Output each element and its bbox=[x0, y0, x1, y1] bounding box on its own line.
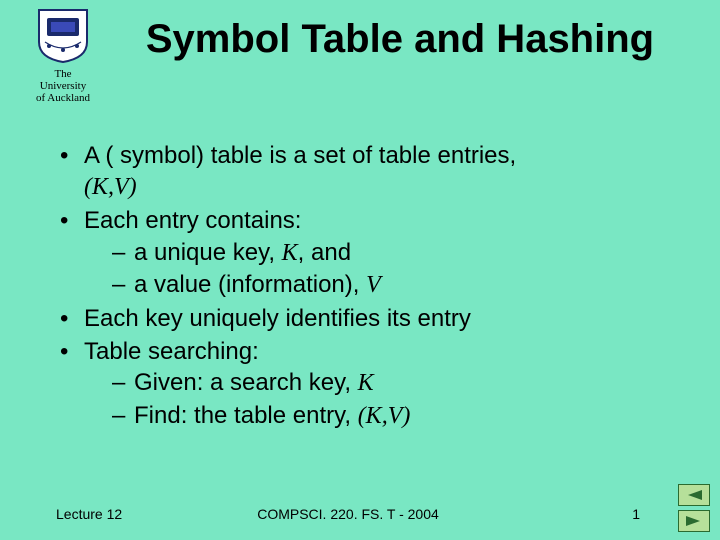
slide-body: A ( symbol) table is a set of table entr… bbox=[56, 140, 680, 434]
bullet-2-sub-1: a unique key, K, and bbox=[112, 237, 680, 269]
bullet-4: Table searching: Given: a search key, K … bbox=[56, 336, 680, 432]
bullet-4-sub-2-a: Find: the table entry, bbox=[134, 402, 358, 429]
bullet-2: Each entry contains: a unique key, K, an… bbox=[56, 205, 680, 301]
bullet-2-sub-2-a: a value (information), bbox=[134, 271, 366, 298]
bullet-2-sub-2: a value (information), V bbox=[112, 269, 680, 301]
next-slide-button[interactable] bbox=[678, 510, 710, 532]
uni-line-2: University bbox=[28, 80, 98, 92]
arrow-left-icon bbox=[684, 488, 704, 502]
bullet-4-sub-2-kv: (K,V) bbox=[358, 403, 411, 429]
bullet-4-sub-1-k: K bbox=[358, 370, 374, 396]
uni-line-3: of Auckland bbox=[28, 92, 98, 104]
uni-line-1: The bbox=[28, 68, 98, 80]
bullet-4-sub-2: Find: the table entry, (K,V) bbox=[112, 400, 680, 432]
bullet-4-sub-1-a: Given: a search key, bbox=[134, 369, 358, 396]
footer-center: COMPSCI. 220. FS. T - 2004 bbox=[56, 506, 640, 522]
slide-footer: COMPSCI. 220. FS. T - 2004 Lecture 12 1 bbox=[56, 506, 640, 522]
bullet-2-sub-1-k: K bbox=[282, 240, 298, 266]
bullet-4-sub-1: Given: a search key, K bbox=[112, 367, 680, 399]
arrow-right-icon bbox=[684, 514, 704, 528]
bullet-3: Each key uniquely identifies its entry bbox=[56, 303, 680, 334]
university-crest-icon bbox=[37, 8, 89, 64]
prev-slide-button[interactable] bbox=[678, 484, 710, 506]
bullet-1: A ( symbol) table is a set of table entr… bbox=[56, 140, 680, 203]
bullet-2-sub-2-v: V bbox=[366, 272, 381, 298]
bullet-4-text: Table searching: bbox=[84, 338, 259, 365]
bullet-1-text: A ( symbol) table is a set of table entr… bbox=[84, 142, 516, 169]
bullet-2-sub-1-b: , and bbox=[298, 239, 351, 266]
bullet-1-kv: (K,V) bbox=[84, 174, 137, 200]
nav-arrows bbox=[678, 484, 710, 532]
bullet-2-text: Each entry contains: bbox=[84, 207, 301, 234]
bullet-3-text: Each key uniquely identifies its entry bbox=[84, 305, 471, 332]
footer-left: Lecture 12 bbox=[56, 506, 122, 522]
university-logo-block: The University of Auckland bbox=[28, 8, 98, 104]
page-number: 1 bbox=[632, 506, 640, 522]
slide-title: Symbol Table and Hashing bbox=[120, 16, 680, 62]
bullet-2-sub-1-a: a unique key, bbox=[134, 239, 282, 266]
university-name: The University of Auckland bbox=[28, 68, 98, 104]
